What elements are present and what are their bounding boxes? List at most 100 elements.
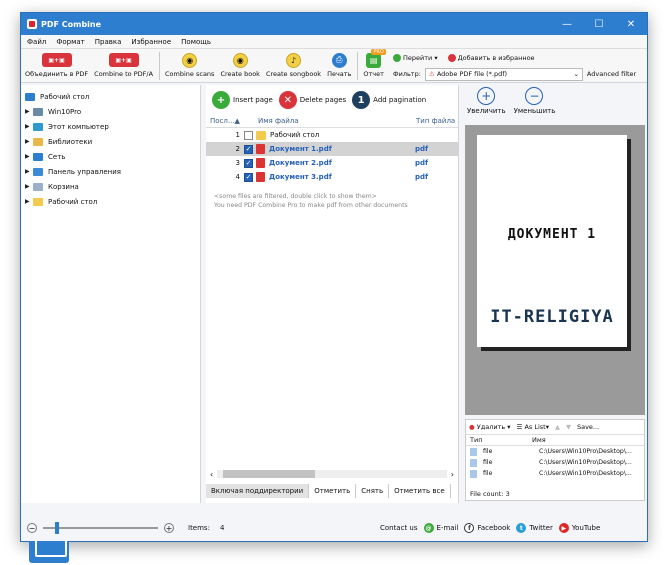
zoom-slider[interactable] — [43, 522, 158, 534]
maximize-button[interactable]: ☐ — [583, 13, 615, 35]
tree-item-desktop-folder[interactable]: ▶ Рабочий стол — [25, 194, 196, 209]
minimize-button[interactable]: — — [551, 13, 583, 35]
libraries-icon — [33, 137, 43, 146]
combine-pdf-button[interactable]: ▣+▣ Объединить в PDF — [25, 52, 88, 78]
add-pagination-button[interactable]: 1 Add pagination — [352, 91, 426, 109]
move-down-icon[interactable]: ▼ — [566, 423, 571, 431]
tree-item-desktop[interactable]: Рабочий стол — [25, 89, 196, 104]
youtube-label: YouTube — [571, 524, 601, 532]
menu-format[interactable]: Формат — [56, 38, 84, 46]
list-item[interactable]: file C:\Users\Win10Pro\Desktop\... — [466, 468, 644, 479]
pdf-file-icon — [256, 144, 265, 154]
zoom-out-icon: − — [525, 87, 544, 105]
col-filename[interactable]: Имя файла — [258, 117, 416, 125]
row-checkbox[interactable] — [244, 130, 253, 140]
tree-label: Сеть — [48, 152, 66, 161]
expand-icon[interactable]: ▶ — [25, 138, 33, 145]
combine-scans-button[interactable]: ◉ Combine scans — [165, 52, 214, 78]
expand-icon[interactable]: ▶ — [25, 123, 33, 130]
insert-page-icon: + — [212, 91, 230, 109]
expand-icon[interactable]: ▶ — [25, 168, 33, 175]
zoom-minus-icon[interactable]: − — [27, 523, 37, 533]
expand-icon[interactable]: ▶ — [25, 198, 33, 205]
check-button[interactable]: Отметить — [309, 484, 357, 498]
col-order[interactable]: Посл...▲ — [206, 117, 258, 125]
filter-note[interactable]: <some files are filtered, double click t… — [206, 192, 458, 210]
row-number: 2 — [235, 145, 240, 153]
youtube-link[interactable]: ▶ YouTube — [558, 523, 601, 533]
check-all-button[interactable]: Отметить все — [389, 484, 451, 498]
list-item[interactable]: file C:\Users\Win10Pro\Desktop\... — [466, 446, 644, 457]
uncheck-button[interactable]: Снять — [356, 484, 390, 498]
create-songbook-button[interactable]: ♪ Create songbook — [266, 52, 321, 78]
file-list-header: Посл...▲ Имя файла Тип файла — [206, 115, 458, 128]
page-preview[interactable]: ДОКУМЕНТ 1 IT-RELIGIYA — [465, 125, 645, 415]
expand-icon[interactable]: ▶ — [25, 153, 33, 160]
tree-item-user[interactable]: ▶ Win10Pro — [25, 104, 196, 119]
tree-item-libraries[interactable]: ▶ Библиотеки — [25, 134, 196, 149]
expand-icon[interactable]: ▶ — [25, 183, 33, 190]
scroll-track[interactable] — [217, 470, 447, 478]
as-list-button[interactable]: ☰ As List▾ — [517, 423, 549, 431]
col-name[interactable]: Имя — [532, 436, 546, 444]
row-checkbox[interactable]: ✓ — [244, 144, 253, 154]
scroll-right-icon[interactable]: › — [451, 470, 454, 479]
move-up-icon[interactable]: ▲ — [555, 423, 560, 431]
row-checkbox[interactable]: ✓ — [244, 158, 253, 168]
table-row[interactable]: 2 ✓ Документ 1.pdf pdf — [206, 142, 458, 156]
menu-file[interactable]: Файл — [27, 38, 46, 46]
filter-dropdown[interactable]: ⚠ Adobe PDF file (*.pdf) ⌄ — [424, 67, 583, 81]
menu-edit[interactable]: Правка — [95, 38, 122, 46]
include-subdirs-button[interactable]: Включая поддиректории — [206, 484, 310, 498]
tree-item-network[interactable]: ▶ Сеть — [25, 149, 196, 164]
goto-button[interactable]: Перейти ▾ — [393, 54, 438, 62]
tree-item-control-panel[interactable]: ▶ Панель управления — [25, 164, 196, 179]
print-button[interactable]: ⎙ Печать — [327, 52, 351, 78]
add-favorites-button[interactable]: Добавить в избранное — [447, 54, 535, 62]
combine-pdfa-button[interactable]: ▣+▣ Combine to PDF/A — [94, 52, 153, 78]
col-type[interactable]: Тип — [470, 436, 532, 444]
email-label: E-mail — [436, 524, 459, 532]
zoom-in-button[interactable]: + Увеличить — [467, 85, 506, 121]
file-icon — [470, 447, 477, 456]
row-filename: Документ 1.pdf — [269, 145, 332, 153]
table-row[interactable]: 4 ✓ Документ 3.pdf pdf — [206, 170, 458, 184]
zoom-plus-icon[interactable]: + — [164, 523, 174, 533]
facebook-link[interactable]: f Facebook — [464, 523, 510, 533]
list-item[interactable]: file C:\Users\Win10Pro\Desktop\... — [466, 457, 644, 468]
insert-page-button[interactable]: + Insert page — [212, 91, 273, 109]
scroll-left-icon[interactable]: ‹ — [210, 470, 213, 479]
scroll-thumb[interactable] — [223, 470, 316, 478]
horizontal-scrollbar[interactable]: ‹ › — [210, 469, 454, 479]
folder-tree-panel: Рабочий стол ▶ Win10Pro ▶ Этот компьютер ▶… — [21, 85, 201, 563]
delete-button[interactable]: ● Удалить ▾ — [469, 423, 511, 431]
table-row[interactable]: 1 Рабочий стол — [206, 128, 458, 142]
advanced-filter-button[interactable]: Advanced filter — [587, 70, 636, 78]
slider-knob[interactable] — [55, 522, 59, 534]
table-row[interactable]: 3 ✓ Документ 2.pdf pdf — [206, 156, 458, 170]
app-window: PDF Combine — ☐ ✕ Файл Формат Правка Изб… — [20, 12, 648, 563]
list-icon: ☰ — [516, 423, 523, 431]
pro-badge: PRO — [371, 49, 386, 55]
close-button[interactable]: ✕ — [615, 13, 647, 35]
report-button[interactable]: ▤ PRO Отчет — [363, 49, 386, 78]
tree-label: Этот компьютер — [48, 122, 109, 131]
title-bar: PDF Combine — ☐ ✕ — [21, 13, 647, 35]
menu-favorites[interactable]: Избранное — [131, 38, 171, 46]
menu-help[interactable]: Помощь — [181, 38, 211, 46]
toolbar-divider — [357, 52, 359, 80]
menu-bar: Файл Формат Правка Избранное Помощь — [21, 35, 647, 49]
email-link[interactable]: @ E-mail — [423, 523, 459, 533]
zoom-out-button[interactable]: − Уменьшить — [514, 85, 555, 121]
row-checkbox[interactable]: ✓ — [244, 172, 253, 182]
delete-pages-button[interactable]: ✕ Delete pages — [278, 91, 346, 109]
create-book-button[interactable]: ◉ Create book — [220, 52, 260, 78]
twitter-link[interactable]: t Twitter — [516, 523, 553, 533]
combine-pdfa-label: Combine to PDF/A — [94, 70, 154, 78]
save-button[interactable]: Save... — [577, 423, 599, 431]
tree-item-computer[interactable]: ▶ Этот компьютер — [25, 119, 196, 134]
expand-icon[interactable]: ▶ — [25, 108, 33, 115]
col-filetype[interactable]: Тип файла — [416, 117, 455, 125]
tree-item-recycle-bin[interactable]: ▶ Корзина — [25, 179, 196, 194]
file-count-label: File count: — [470, 490, 504, 498]
